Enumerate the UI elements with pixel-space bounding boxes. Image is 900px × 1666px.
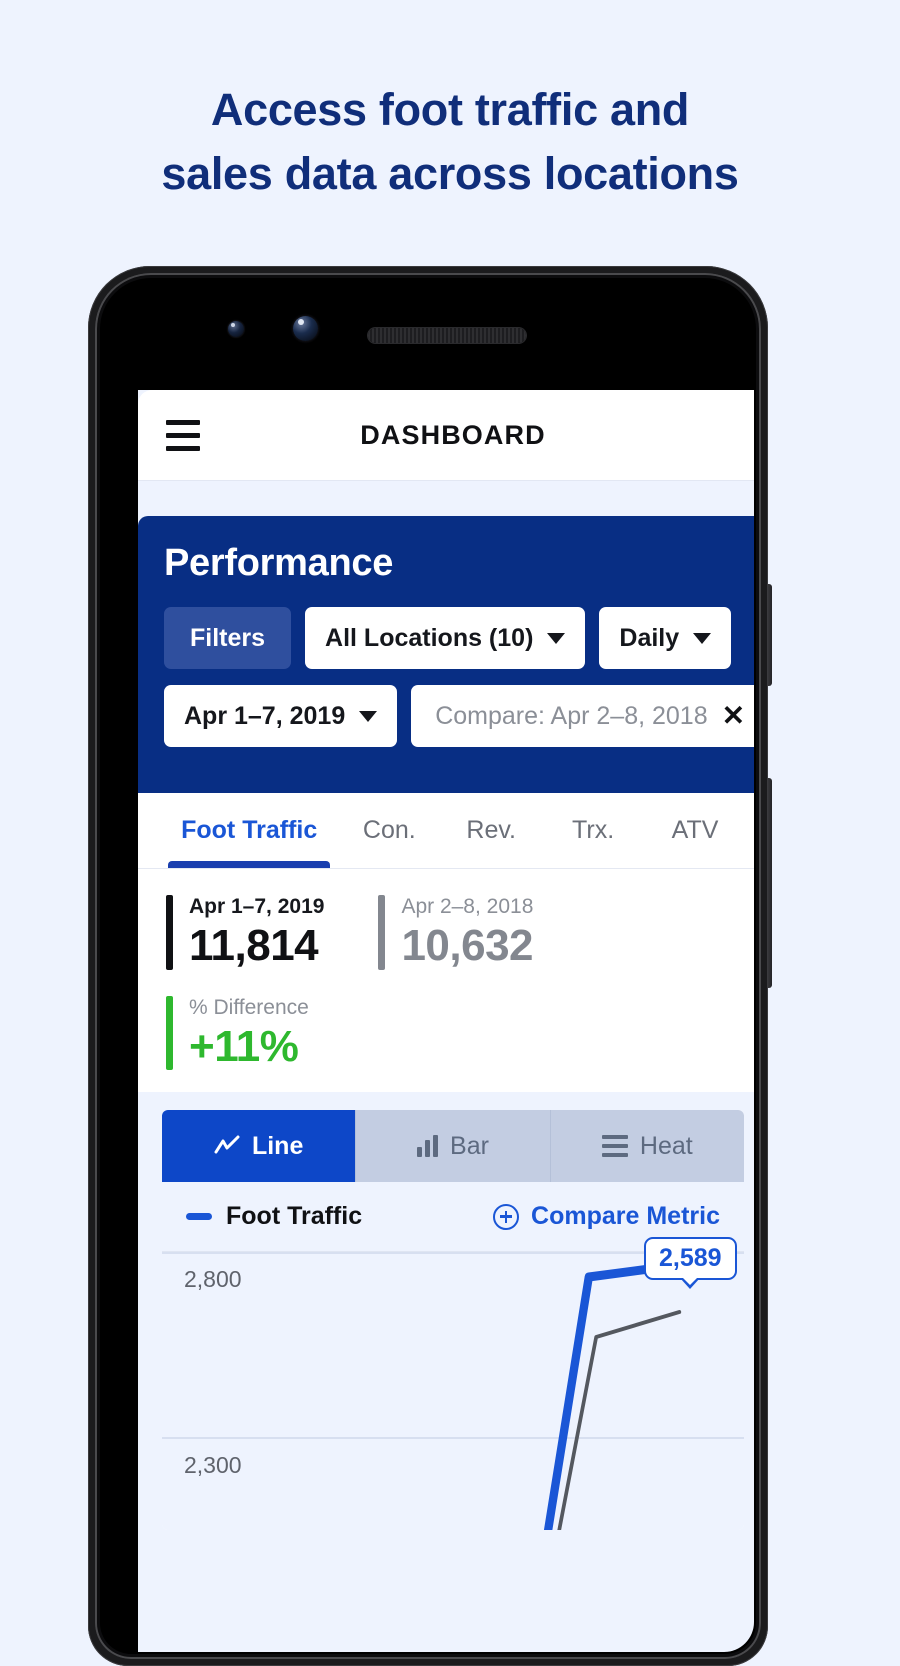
phone-mockup: DASHBOARD Performance Filters All Locati… [88, 266, 772, 1666]
stats-summary: Apr 1–7, 2019 11,814 Apr 2–8, 2018 10,63… [138, 869, 754, 1093]
stat-label: % Difference [189, 995, 309, 1019]
chart-type-heat-button[interactable]: Heat [550, 1110, 744, 1183]
stats-row-values: Apr 1–7, 2019 11,814 Apr 2–8, 2018 10,63… [166, 895, 740, 970]
filters-button-label: Filters [190, 623, 266, 652]
filter-row-primary: Filters All Locations (10) Daily [164, 607, 742, 669]
chart-plot-area[interactable]: 2,800 2,300 2,589 [162, 1237, 744, 1531]
chart-card: Line Bar Heat Foot Traffic Compare Metri… [162, 1110, 744, 1531]
compare-period-chip[interactable]: Compare: Apr 2–8, 2018 ✕ [411, 685, 754, 747]
y-axis-tick-label: 2,300 [184, 1452, 242, 1479]
headline-line-1: Access foot traffic and [210, 84, 690, 135]
stat-value: 10,632 [401, 921, 534, 970]
tab-atv[interactable]: ATV [644, 793, 746, 868]
stat-compare-period: Apr 2–8, 2018 10,632 [378, 895, 534, 970]
granularity-filter-dropdown[interactable]: Daily [599, 607, 732, 669]
stat-accent-bar [378, 895, 386, 970]
tab-transactions[interactable]: Trx. [542, 793, 644, 868]
tab-label: Rev. [466, 816, 516, 844]
appbar-spacer [138, 480, 754, 516]
stat-accent-bar [166, 895, 173, 970]
legend-series-label: Foot Traffic [226, 1202, 363, 1231]
earpiece-speaker [368, 328, 526, 343]
performance-panel: Performance Filters All Locations (10) D… [138, 516, 754, 793]
phone-side-button-top[interactable] [767, 584, 772, 686]
chevron-down-icon [359, 710, 378, 722]
metric-tabs: Foot Traffic Con. Rev. Trx. ATV [138, 793, 754, 869]
plus-circle-icon [493, 1203, 520, 1230]
stat-current-period: Apr 1–7, 2019 11,814 [166, 895, 324, 970]
dashboard-app: DASHBOARD Performance Filters All Locati… [138, 390, 754, 1652]
close-icon[interactable]: ✕ [722, 702, 745, 730]
legend-color-swatch [186, 1213, 212, 1221]
compare-metric-button[interactable]: Compare Metric [493, 1202, 720, 1231]
tab-label: ATV [671, 816, 719, 844]
chart-type-label: Bar [450, 1131, 489, 1160]
stat-label: Apr 2–8, 2018 [401, 895, 534, 918]
performance-title: Performance [164, 542, 394, 584]
date-range-dropdown[interactable]: Apr 1–7, 2019 [164, 685, 398, 747]
tab-conversion[interactable]: Con. [338, 793, 440, 868]
tab-revenue[interactable]: Rev. [440, 793, 542, 868]
location-filter-dropdown[interactable]: All Locations (10) [305, 607, 586, 669]
stat-value: +11% [189, 1021, 299, 1071]
chart-data-tooltip: 2,589 [644, 1237, 737, 1281]
filters-button[interactable]: Filters [164, 607, 292, 669]
y-axis-tick-label: 2,800 [184, 1266, 242, 1293]
stat-label: Apr 1–7, 2019 [189, 895, 325, 918]
chevron-down-icon [547, 632, 566, 644]
heatmap-icon [601, 1135, 628, 1158]
phone-screen: DASHBOARD Performance Filters All Locati… [102, 280, 754, 1652]
tab-label: Con. [362, 816, 416, 844]
page-title: DASHBOARD [360, 419, 546, 450]
line-chart-icon [214, 1135, 240, 1154]
tab-label: Trx. [572, 816, 615, 844]
filter-row-secondary: Apr 1–7, 2019 Compare: Apr 2–8, 2018 ✕ [164, 685, 754, 747]
granularity-filter-label: Daily [619, 623, 680, 652]
chart-svg [162, 1252, 744, 1531]
chart-type-label: Heat [639, 1131, 693, 1160]
tab-foot-traffic[interactable]: Foot Traffic [160, 793, 338, 868]
legend-series: Foot Traffic [186, 1202, 362, 1231]
page-headline: Access foot traffic and sales data acros… [0, 78, 900, 206]
hamburger-icon[interactable] [166, 419, 200, 451]
chart-type-label: Line [251, 1131, 304, 1160]
front-camera-secondary-icon [228, 321, 244, 337]
bar-chart-icon [417, 1135, 439, 1158]
stat-accent-bar [166, 995, 173, 1071]
phone-side-button-bottom[interactable] [767, 778, 772, 988]
stat-value: 11,814 [189, 921, 319, 970]
app-bar: DASHBOARD [138, 390, 754, 480]
chart-type-line-button[interactable]: Line [162, 1110, 357, 1183]
compare-period-label: Compare: Apr 2–8, 2018 [435, 701, 708, 730]
front-camera-primary-icon [293, 316, 318, 341]
stat-percent-difference: % Difference +11% [166, 995, 309, 1071]
chevron-down-icon [693, 632, 712, 644]
compare-metric-label: Compare Metric [531, 1202, 720, 1231]
tab-label: Foot Traffic [181, 816, 318, 844]
stats-row-difference: % Difference +11% [166, 995, 740, 1071]
location-filter-label: All Locations (10) [325, 623, 534, 652]
headline-line-2: sales data across locations [161, 147, 739, 199]
date-range-label: Apr 1–7, 2019 [184, 701, 346, 730]
chart-type-bar-button[interactable]: Bar [356, 1110, 551, 1183]
chart-type-toggle: Line Bar Heat [162, 1110, 744, 1183]
